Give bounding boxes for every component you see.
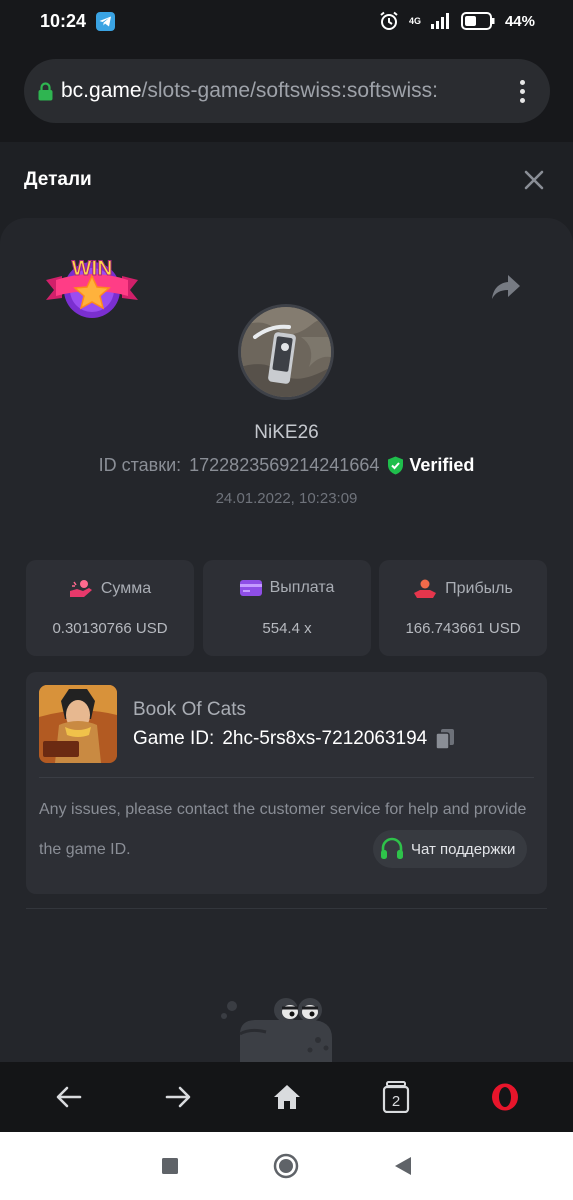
game-thumbnail-image xyxy=(39,685,117,763)
url-text: bc.game/slots-game/softswiss:softswiss: xyxy=(61,79,512,103)
stat-amount: Сумма 0.30130766 USD xyxy=(26,560,194,656)
stat-payout-value: 554.4 x xyxy=(262,620,312,637)
game-name: Book Of Cats xyxy=(133,699,246,720)
home-button[interactable] xyxy=(261,1071,313,1123)
telegram-icon xyxy=(96,11,116,31)
stat-profit: Прибыль 166.743661 USD xyxy=(379,560,547,656)
bet-id-label: ID ставки: xyxy=(98,455,182,475)
profit-person-icon xyxy=(414,579,437,598)
bet-id-value: 1722823569214241664 xyxy=(189,455,380,475)
game-id-value: 2hc-5rs8xs-7212063194 xyxy=(222,728,428,749)
headset-icon xyxy=(381,837,403,859)
alarm-icon xyxy=(380,11,398,30)
arrow-right-icon xyxy=(165,1086,190,1108)
support-chat-button[interactable]: Чат поддержки xyxy=(373,830,528,868)
opera-menu-button[interactable] xyxy=(479,1071,531,1123)
share-icon[interactable] xyxy=(491,273,521,301)
status-bar: 10:24 4G 44% xyxy=(0,0,573,42)
home-circle-icon[interactable] xyxy=(273,1153,299,1179)
signal-icon xyxy=(430,13,449,29)
stat-profit-value: 166.743661 USD xyxy=(405,620,521,637)
win-badge-icon: WIN xyxy=(46,257,138,318)
back-button[interactable] xyxy=(43,1071,95,1123)
browser-navbar: 2 xyxy=(0,1062,573,1132)
avatar xyxy=(238,304,334,400)
browser-bar: bc.game/slots-game/softswiss:softswiss: xyxy=(0,42,573,142)
network-label: 4G xyxy=(408,16,421,26)
close-icon[interactable] xyxy=(523,169,545,191)
money-hand-icon xyxy=(69,580,92,597)
bet-datetime: 24.01.2022, 10:23:09 xyxy=(215,490,358,507)
crocodile-mascot-icon xyxy=(221,998,332,1062)
battery-percent: 44% xyxy=(504,12,535,30)
tabs-count: 2 xyxy=(391,1093,399,1110)
support-chat-label: Чат поддержки xyxy=(411,840,516,858)
arrow-left-icon xyxy=(56,1086,81,1108)
recents-icon[interactable] xyxy=(161,1157,179,1175)
address-bar[interactable]: bc.game/slots-game/softswiss:softswiss: xyxy=(24,59,550,123)
shield-check-icon xyxy=(388,456,404,475)
status-time: 10:24 xyxy=(40,10,87,31)
more-menu-icon[interactable] xyxy=(512,71,532,111)
opera-logo-icon xyxy=(491,1083,518,1111)
tabs-button[interactable]: 2 xyxy=(370,1071,422,1123)
copy-icon[interactable] xyxy=(435,728,455,750)
avatar-image xyxy=(241,307,331,397)
verified-label: Verified xyxy=(409,455,475,475)
lock-icon xyxy=(38,81,53,100)
url-host: bc.game xyxy=(61,79,142,102)
stat-payout-label: Выплата xyxy=(269,579,335,596)
card-icon xyxy=(239,580,262,596)
section-divider xyxy=(26,908,547,909)
bet-id-row: ID ставки: 1722823569214241664 Verified xyxy=(0,455,573,476)
system-navbar xyxy=(0,1132,573,1200)
game-card: Book Of Cats Game ID: 2hc-5rs8xs-7212063… xyxy=(26,672,547,894)
verified-badge: Verified xyxy=(387,455,474,476)
tabs-icon: 2 xyxy=(382,1081,409,1113)
game-id-label: Game ID: xyxy=(133,728,215,749)
game-id-row: Game ID: 2hc-5rs8xs-7212063194 xyxy=(133,728,455,750)
url-path: /slots-game/softswiss:softswiss: xyxy=(141,79,438,102)
win-badge-text: WIN xyxy=(72,257,113,280)
back-triangle-icon[interactable] xyxy=(393,1156,413,1176)
game-card-divider xyxy=(39,777,534,778)
stat-profit-label: Прибыль xyxy=(445,580,513,597)
stat-amount-value: 0.30130766 USD xyxy=(52,620,168,637)
username: NiKE26 xyxy=(254,422,319,443)
forward-button[interactable] xyxy=(152,1071,204,1123)
battery-icon xyxy=(460,12,495,30)
modal-title: Детали xyxy=(24,169,92,190)
stat-payout: Выплата 554.4 x xyxy=(203,560,371,656)
modal-header: Детали xyxy=(0,142,573,220)
game-thumbnail[interactable] xyxy=(39,685,117,763)
home-icon xyxy=(273,1085,300,1109)
stat-amount-label: Сумма xyxy=(100,580,152,597)
